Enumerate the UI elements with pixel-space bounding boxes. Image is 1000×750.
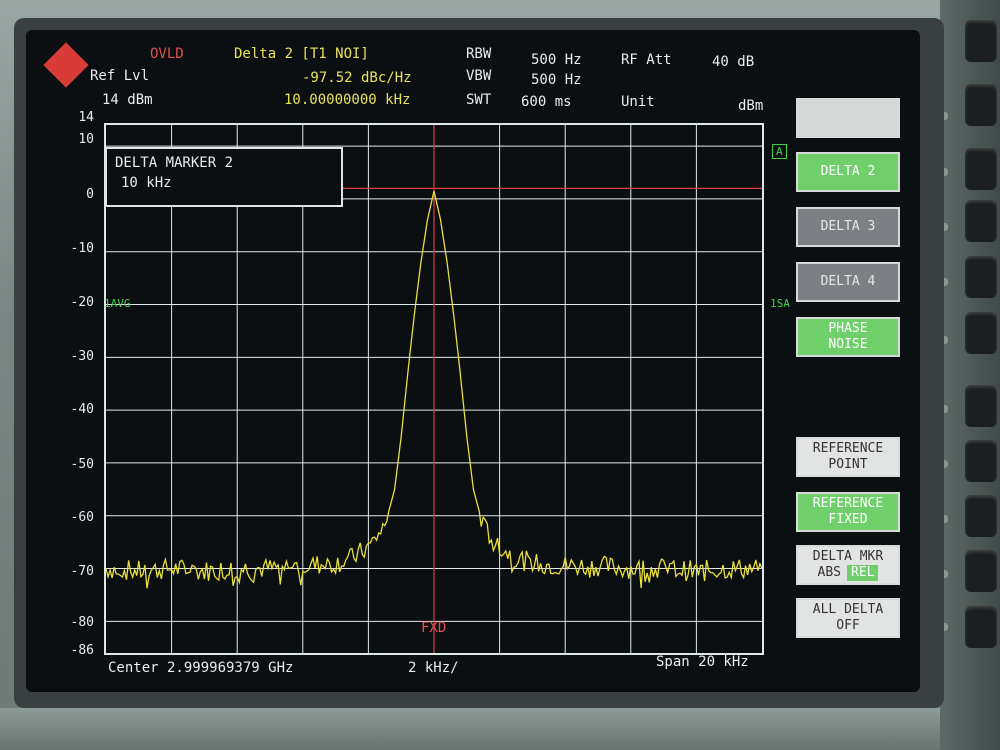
sample-indicator: 1SA — [770, 297, 790, 310]
reference-point-softkey[interactable]: REFERENCE POINT — [796, 437, 900, 477]
unit-label: Unit — [621, 94, 655, 110]
hardware-key[interactable] — [965, 495, 997, 537]
y-tick-label: 14 — [78, 110, 94, 125]
overload-indicator: OVLD — [150, 46, 184, 62]
hardware-key[interactable] — [965, 440, 997, 482]
ref-level-value: 14 dBm — [102, 92, 153, 108]
rf-att-value: 40 dB — [712, 54, 755, 70]
delta-marker-mode-softkey[interactable]: DELTA MKR ABS REL — [796, 545, 900, 585]
reference-point-label-line1: REFERENCE — [812, 441, 884, 456]
analyzer-screen: OVLD Ref Lvl 14 dBm Delta 2 [T1 NOI] -97… — [26, 30, 920, 692]
frequency-per-division: 2 kHz/ — [408, 660, 459, 676]
marker-frequency-readout: 10.00000000 kHz — [284, 92, 411, 108]
instrument-bottom-strip — [0, 708, 1000, 750]
all-delta-off-softkey[interactable]: ALL DELTA OFF — [796, 598, 900, 638]
vbw-value: 500 Hz — [531, 72, 582, 88]
y-tick-label: -10 — [70, 241, 94, 256]
all-delta-label-line1: ALL DELTA — [812, 602, 884, 617]
all-delta-label-line2: OFF — [836, 618, 860, 633]
y-tick-label: 0 — [86, 187, 94, 202]
fixed-reference-indicator: FXD — [421, 620, 447, 636]
abs-option: ABS — [817, 565, 841, 580]
delta-marker-value: 10 kHz — [121, 175, 172, 191]
swt-label: SWT — [466, 92, 492, 108]
delta-marker-box: DELTA MARKER 2 10 kHz — [105, 147, 343, 207]
vbw-label: VBW — [466, 68, 492, 84]
rf-att-label: RF Att — [621, 52, 672, 68]
phase-noise-label-line2: NOISE — [828, 337, 868, 352]
phase-noise-label-line1: PHASE — [828, 321, 868, 336]
delta-2-softkey[interactable]: DELTA 2 — [796, 152, 900, 192]
y-tick-label: -86 — [70, 643, 94, 658]
y-tick-label: 10 — [78, 132, 94, 147]
reference-point-label-line2: POINT — [828, 457, 868, 472]
averaging-indicator: 1AVG — [104, 297, 131, 310]
ref-level-label: Ref Lvl — [90, 68, 150, 84]
marker-title: Delta 2 [T1 NOI] — [234, 46, 369, 62]
rbw-label: RBW — [466, 46, 492, 62]
frequency-span: Span 20 kHz — [656, 654, 749, 670]
hardware-key[interactable] — [965, 256, 997, 298]
delta-marker-mode-label: DELTA MKR — [812, 549, 884, 564]
brand-logo — [43, 42, 89, 88]
delta-marker-mode-options: ABS REL — [818, 565, 879, 581]
trace-a-indicator: A — [772, 144, 787, 159]
y-tick-label: -40 — [70, 402, 94, 417]
delta-2-label: DELTA 2 — [820, 164, 876, 179]
reference-fixed-label-line1: REFERENCE — [812, 496, 884, 511]
hardware-key[interactable] — [965, 312, 997, 354]
marker-level-readout: -97.52 dBc/Hz — [302, 70, 412, 86]
y-tick-label: -70 — [70, 564, 94, 579]
hardware-key[interactable] — [965, 20, 997, 62]
delta-3-label: DELTA 3 — [820, 219, 876, 234]
delta-4-softkey[interactable]: DELTA 4 — [796, 262, 900, 302]
reference-fixed-label-line2: FIXED — [828, 512, 868, 527]
delta-marker-title: DELTA MARKER 2 — [115, 155, 234, 171]
y-tick-label: -30 — [70, 349, 94, 364]
center-frequency: Center 2.999969379 GHz — [108, 660, 294, 676]
hardware-key[interactable] — [965, 385, 997, 427]
y-tick-label: -80 — [70, 615, 94, 630]
softkey-blank[interactable] — [796, 98, 900, 138]
y-tick-label: -50 — [70, 457, 94, 472]
swt-value: 600 ms — [521, 94, 572, 110]
delta-4-label: DELTA 4 — [820, 274, 876, 289]
hardware-key[interactable] — [965, 84, 997, 126]
y-tick-label: -20 — [70, 295, 94, 310]
reference-fixed-softkey[interactable]: REFERENCE FIXED — [796, 492, 900, 532]
hardware-key[interactable] — [965, 550, 997, 592]
hardware-key[interactable] — [965, 606, 997, 648]
rel-option: REL — [847, 565, 879, 581]
rbw-value: 500 Hz — [531, 52, 582, 68]
y-tick-label: -60 — [70, 510, 94, 525]
hardware-key[interactable] — [965, 200, 997, 242]
phase-noise-softkey[interactable]: PHASE NOISE — [796, 317, 900, 357]
hardware-key[interactable] — [965, 148, 997, 190]
delta-3-softkey[interactable]: DELTA 3 — [796, 207, 900, 247]
unit-value: dBm — [738, 98, 764, 114]
